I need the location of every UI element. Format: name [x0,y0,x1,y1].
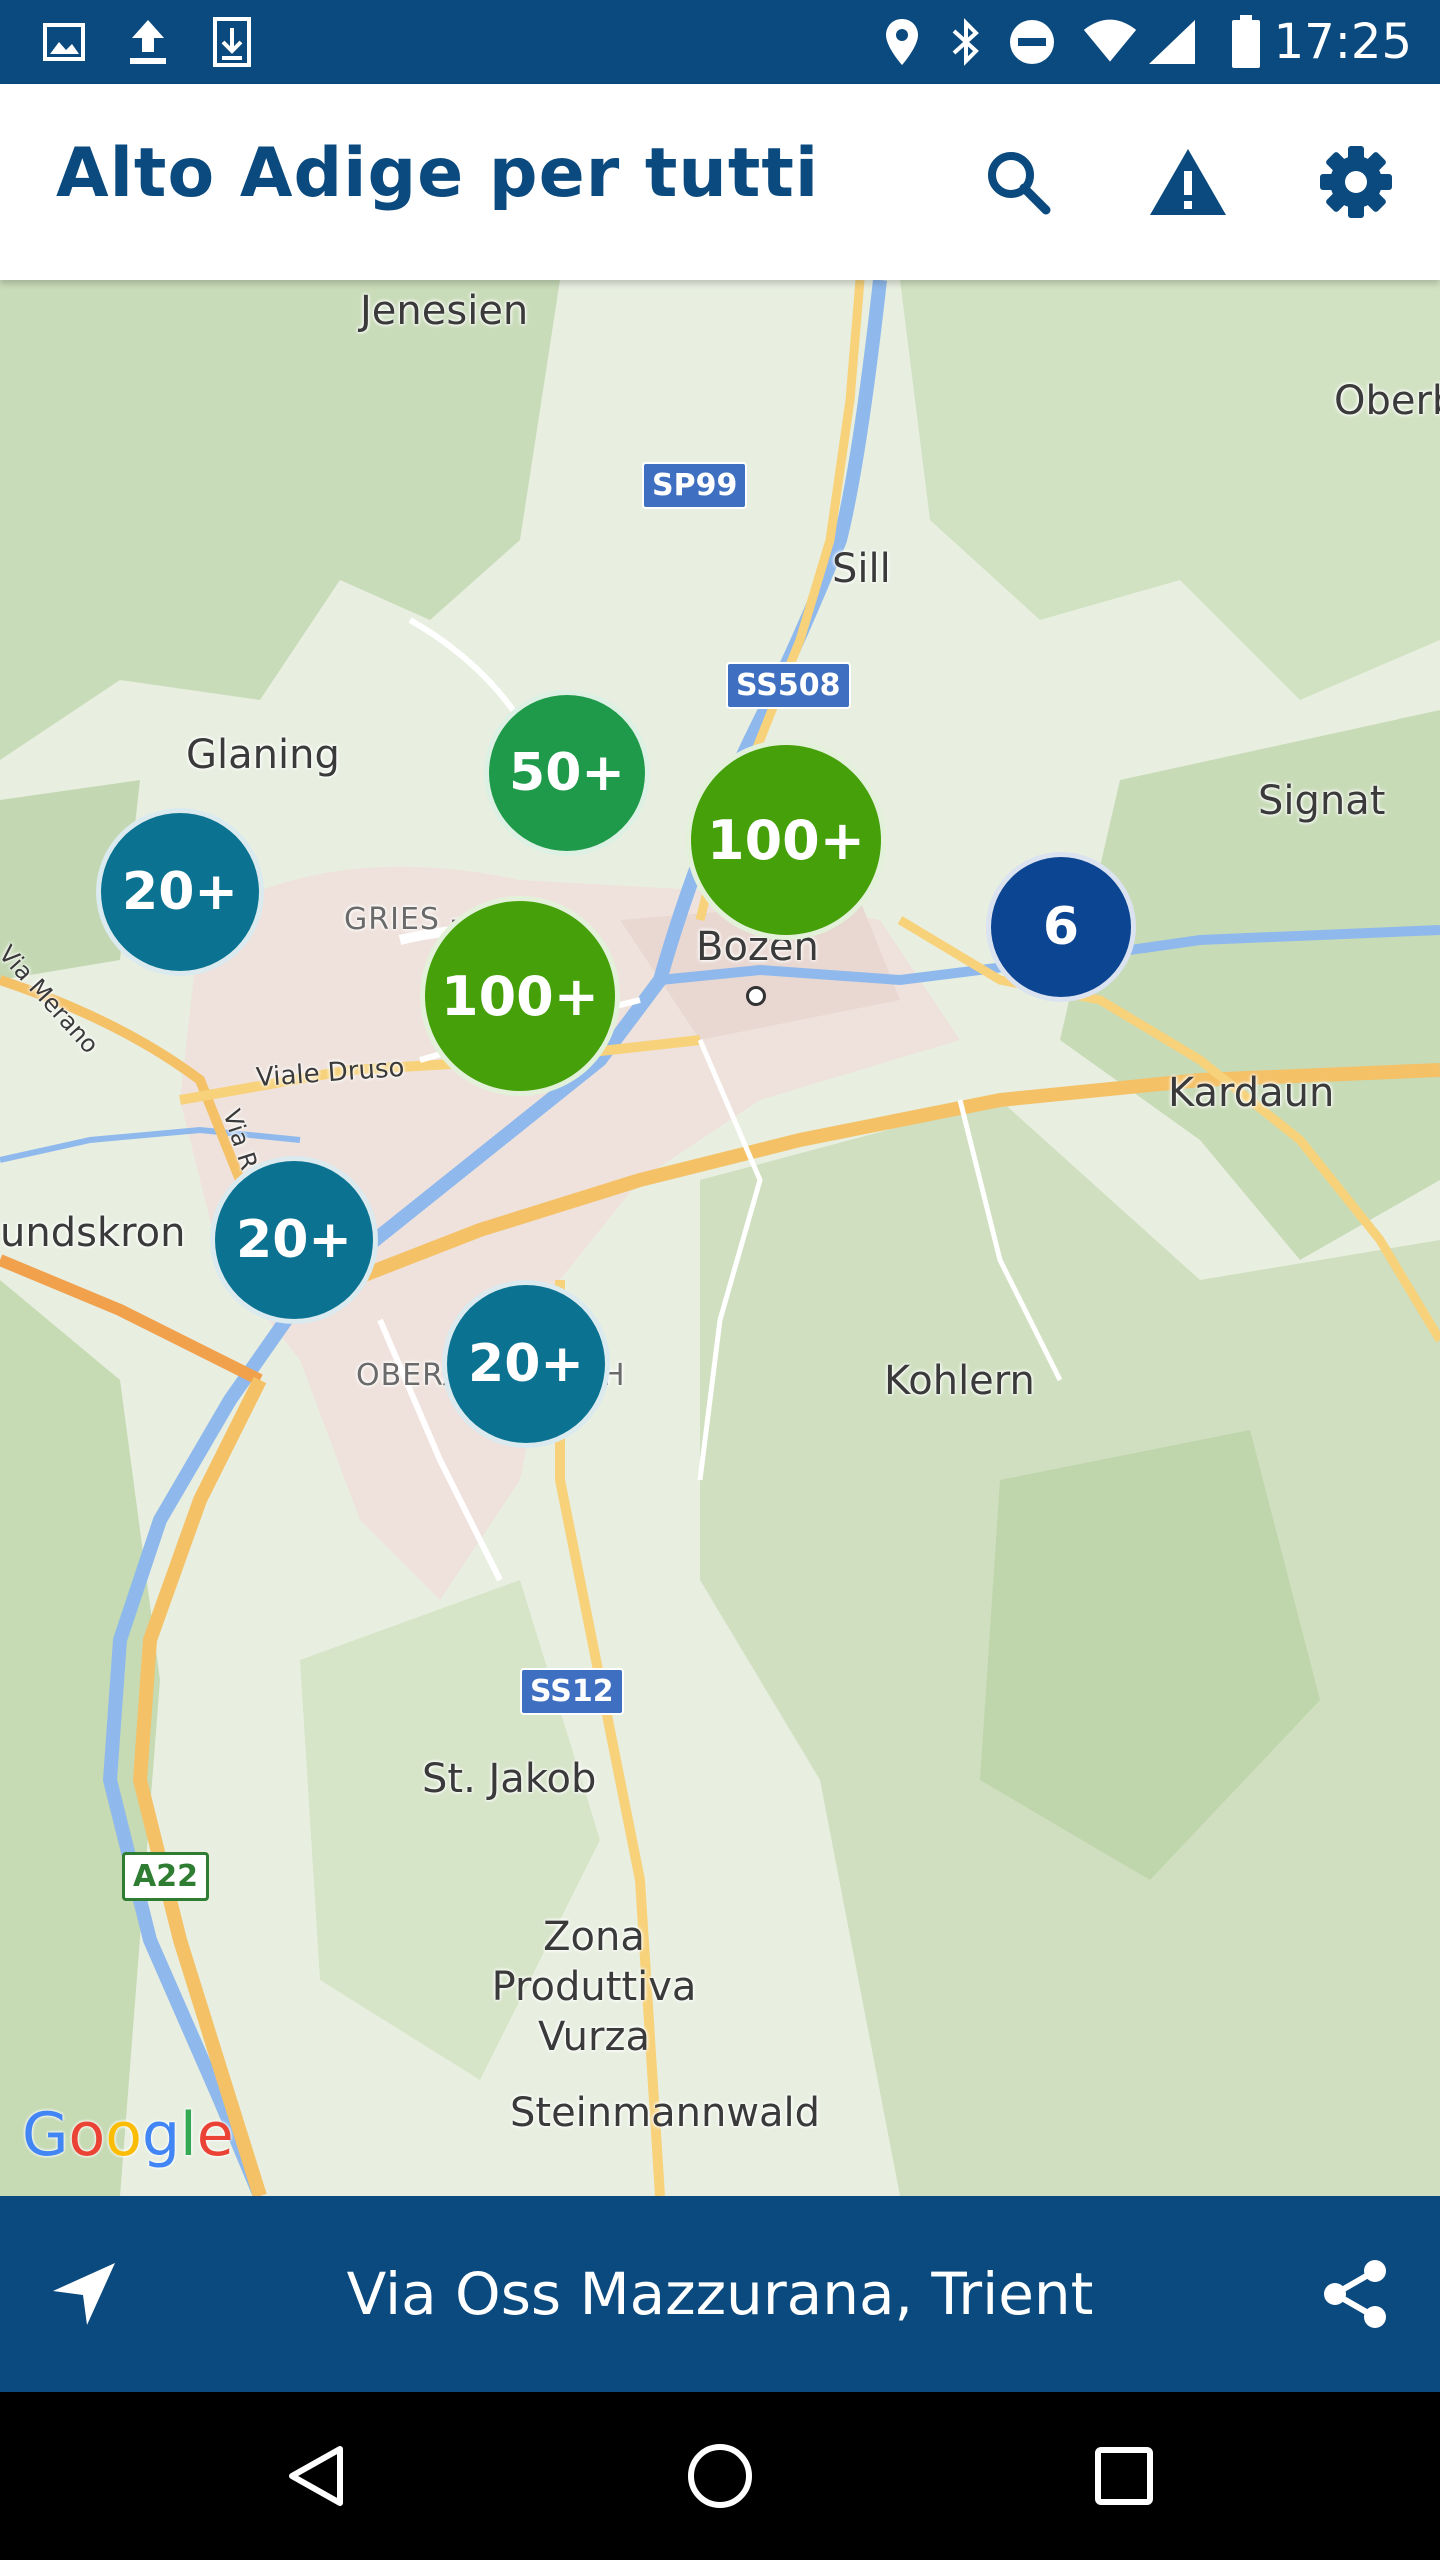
recents-icon [1095,2447,1153,2505]
poi-cluster-20-plus-gries[interactable]: 20+ [96,808,264,976]
recents-button[interactable] [1074,2426,1174,2526]
wifi-icon [1082,14,1138,70]
warning-icon [1150,149,1226,215]
back-button[interactable] [266,2426,366,2526]
share-icon [1324,2260,1386,2328]
poi-cluster-20-plus-oberau[interactable]: 20+ [442,1280,610,1448]
upload-icon [120,14,176,70]
poi-cluster-100-plus-bozen[interactable]: 100+ [686,740,886,940]
place-label-signat: Signat [1258,778,1386,824]
search-button[interactable] [968,132,1068,232]
place-label-sill: Sill [832,546,891,592]
poi-cluster-20-plus-west[interactable]: 20+ [210,1156,378,1324]
place-label-jenesien: Jenesien [360,288,529,334]
bottom-bar: Via Oss Mazzurana, Trient [0,2196,1440,2392]
settings-button[interactable] [1306,132,1406,232]
warning-button[interactable] [1138,132,1238,232]
map-view[interactable]: Jenesien Oberb Sill Glaning Signat GRIES… [0,280,1440,2196]
my-location-button[interactable] [34,2244,134,2344]
place-label-zona-produttiva-vurza: Zona Produttiva Vurza [491,1914,697,2060]
settings-icon [1320,146,1392,218]
do-not-disturb-icon [1004,14,1060,70]
poi-cluster-6[interactable]: 6 [986,852,1136,1002]
road-shield-ss508: SS508 [726,662,851,709]
home-button[interactable] [670,2426,770,2526]
place-label-kohlern: Kohlern [884,1358,1035,1404]
place-label-st-jakob: St. Jakob [422,1756,597,1802]
image-icon [36,14,92,70]
current-address: Via Oss Mazzurana, Trient [346,2260,1094,2328]
bluetooth-icon [938,14,994,70]
share-button[interactable] [1306,2244,1406,2344]
battery-icon [1218,14,1274,70]
place-label-steinmannwald: Steinmannwald [510,2090,821,2136]
place-label-glaning: Glaning [186,732,340,778]
system-nav-bar [0,2392,1440,2560]
google-logo: Google [22,2100,234,2170]
place-label-undskron: undskron [0,1210,186,1256]
status-time: 17:25 [1273,14,1412,70]
app-bar: Alto Adige per tutti [0,84,1440,280]
search-icon [988,152,1051,215]
app-title: Alto Adige per tutti [56,134,820,213]
road-shield-sp99: SP99 [642,462,748,509]
place-label-oberb: Oberb [1334,378,1440,424]
road-shield-ss12: SS12 [520,1668,624,1715]
location-icon [874,14,930,70]
download-icon [204,14,260,70]
place-label-kardaun: Kardaun [1168,1070,1335,1116]
status-bar: 17:25 [0,0,1440,84]
home-icon [688,2444,752,2508]
poi-cluster-100-plus-center[interactable]: 100+ [420,896,620,1096]
signal-icon [1144,14,1200,70]
bozen-marker [746,986,766,1006]
road-shield-a22: A22 [122,1852,209,1901]
navigation-arrow-icon [53,2263,115,2325]
back-icon [289,2446,343,2506]
poi-cluster-50-plus[interactable]: 50+ [484,690,650,856]
